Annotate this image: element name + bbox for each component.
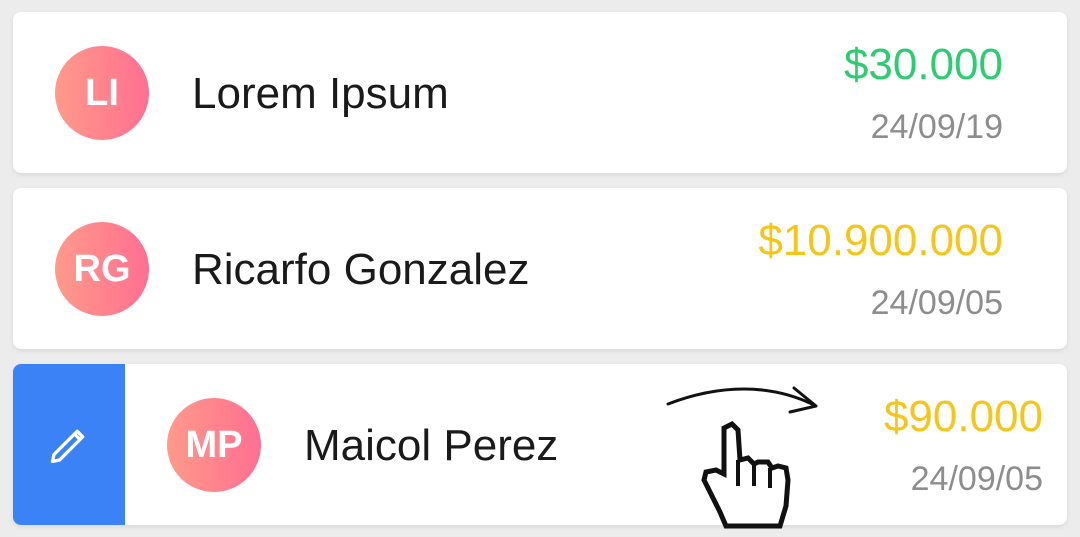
list-item[interactable]: RG Ricarfo Gonzalez $10.900.000 24/09/05 xyxy=(13,188,1067,349)
avatar: MP xyxy=(167,398,261,492)
date: 24/09/05 xyxy=(910,460,1043,498)
avatar: RG xyxy=(55,222,149,316)
contact-name: Ricarfo Gonzalez xyxy=(192,245,530,294)
date: 24/09/05 xyxy=(870,284,1003,322)
contact-name: Lorem Ipsum xyxy=(192,69,449,118)
list-item-content: LI Lorem Ipsum $30.000 24/09/19 xyxy=(13,12,1067,173)
pencil-icon xyxy=(50,429,85,463)
avatar: LI xyxy=(55,46,149,140)
transaction-list: LI Lorem Ipsum $30.000 24/09/19 RG Ricar… xyxy=(0,0,1080,537)
list-item[interactable]: LI Lorem Ipsum $30.000 24/09/19 xyxy=(13,12,1067,173)
amount: $10.900.000 xyxy=(758,216,1003,265)
list-item-content: RG Ricarfo Gonzalez $10.900.000 24/09/05 xyxy=(13,188,1067,349)
list-item-content: MP Maicol Perez $90.000 24/09/05 xyxy=(125,364,1067,525)
list-item-swiped[interactable]: MP Maicol Perez $90.000 24/09/05 xyxy=(13,364,1067,525)
edit-button[interactable] xyxy=(13,364,125,525)
amount: $90.000 xyxy=(883,392,1043,441)
amount: $30.000 xyxy=(843,40,1003,89)
date: 24/09/19 xyxy=(870,108,1003,146)
contact-name: Maicol Perez xyxy=(304,421,559,470)
